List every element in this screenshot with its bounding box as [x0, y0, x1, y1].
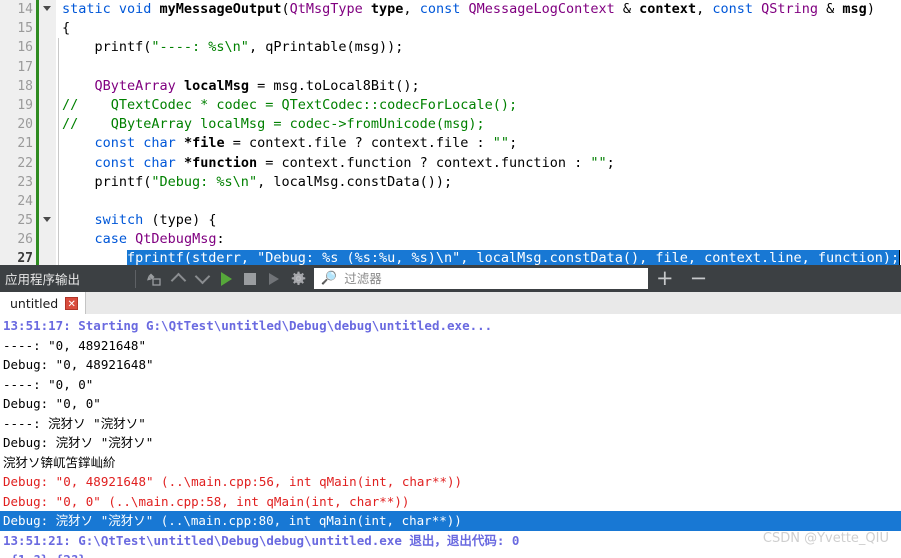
fold-column	[39, 38, 56, 58]
output-line: Debug: "0, 0" (..\main.cpp:58, int qMain…	[3, 493, 410, 509]
code-line[interactable]: 15 {	[0, 19, 901, 39]
code-line[interactable]: 24	[0, 191, 901, 212]
application-output-toolbar: 应用程序输出 🔍 + −	[0, 265, 901, 292]
line-number: 14	[0, 0, 36, 20]
clear-pane-icon[interactable]	[142, 267, 166, 291]
fold-column	[39, 153, 56, 173]
line-number: 17	[0, 57, 36, 77]
search-icon: 🔍	[321, 271, 338, 286]
zoom-out-button[interactable]: −	[682, 268, 716, 289]
code-line[interactable]: 27 fprintf(stderr, "Debug: %s (%s:%u, %s…	[0, 249, 901, 265]
output-line: {1 ?} {2?}	[0, 550, 901, 558]
attach-debugger-icon[interactable]	[262, 267, 286, 291]
zoom-in-button[interactable]: +	[648, 268, 682, 289]
fold-column	[39, 249, 56, 265]
code-line[interactable]: 18 QByteArray localMsg = msg.toLocal8Bit…	[0, 76, 901, 96]
line-number: 25	[0, 211, 36, 231]
output-line: Debug: "0, 48921648" (..\main.cpp:56, in…	[3, 474, 463, 489]
chevron-down-icon	[194, 268, 210, 285]
code-text: {	[62, 20, 71, 37]
code-text: static void myMessageOutput(QtMsgType ty…	[62, 1, 875, 17]
code-line[interactable]: 25 switch (type) {	[0, 211, 901, 231]
code-text: QByteArray localMsg = msg.toLocal8Bit();	[56, 76, 901, 96]
line-number: 22	[0, 153, 36, 173]
line-number: 18	[0, 76, 36, 96]
line-number: 21	[0, 134, 36, 154]
watermark: CSDN @Yvette_QIU	[762, 531, 889, 546]
tab-label: untitled	[10, 295, 59, 311]
text-caret	[899, 250, 901, 265]
fold-column	[39, 95, 56, 116]
code-line[interactable]: 19 // QTextCodec * codec = QTextCodec::co…	[0, 95, 901, 116]
output-line: Debug: 浣犲ソ "浣犲ソ"	[3, 435, 154, 450]
stop-square-icon	[244, 272, 257, 285]
fold-column	[39, 134, 56, 154]
output-line: ----: "0, 48921648"	[3, 337, 146, 353]
gear-icon[interactable]	[286, 267, 310, 291]
search-input[interactable]	[342, 270, 649, 287]
play-triangle-icon	[220, 271, 232, 286]
fold-column	[39, 230, 56, 250]
output-line: ----: "0, 0"	[3, 376, 94, 392]
fold-column	[39, 19, 56, 39]
code-text: fprintf(stderr, "Debug: %s (%s:%u, %s)\n…	[56, 249, 901, 265]
line-number: 24	[0, 191, 36, 212]
chevron-down-icon	[43, 6, 51, 11]
run-icon[interactable]	[214, 267, 238, 291]
fold-column	[39, 115, 56, 135]
fold-column	[39, 191, 56, 212]
play-outline-icon	[269, 272, 280, 285]
code-text	[56, 191, 901, 212]
application-output-text[interactable]: 13:51:17: Starting G:\QtTest\untitled\De…	[0, 314, 901, 558]
line-number: 23	[0, 172, 36, 192]
stop-icon[interactable]	[238, 267, 262, 291]
code-line[interactable]: 22 const char *function = context.functi…	[0, 153, 901, 173]
code-text: printf("----: %s\n", qPrintable(msg));	[56, 38, 901, 58]
code-text: // QByteArray localMsg = codec->fromUnic…	[56, 115, 901, 135]
code-text	[56, 57, 901, 77]
output-line: Debug: "0, 48921648"	[3, 357, 154, 372]
line-number: 19	[0, 95, 36, 116]
code-line[interactable]: 17	[0, 57, 901, 77]
code-text: const char *file = context.file ? contex…	[56, 134, 901, 154]
code-line[interactable]: 20 // QByteArray localMsg = codec->fromUn…	[0, 115, 901, 135]
selected-code: fprintf(stderr, "Debug: %s (%s:%u, %s)\n…	[127, 250, 900, 265]
code-line[interactable]: 21 const char *file = context.file ? con…	[0, 134, 901, 154]
close-icon[interactable]: ✕	[65, 296, 79, 310]
code-line[interactable]: 26 case QtDebugMsg:	[0, 230, 901, 250]
code-text: printf("Debug: %s\n", localMsg.constData…	[56, 172, 901, 192]
line-number: 15	[0, 19, 36, 39]
output-line: Debug: "0, 0"	[3, 396, 101, 411]
code-text: case QtDebugMsg:	[56, 230, 901, 250]
fold-column	[39, 76, 56, 96]
chevron-down-icon	[43, 217, 51, 223]
code-text: switch (type) {	[56, 211, 901, 231]
previous-item-icon[interactable]	[166, 267, 190, 291]
next-item-icon[interactable]	[190, 267, 214, 291]
output-tab-strip: untitled ✕	[0, 292, 901, 315]
code-line[interactable]: 23 printf("Debug: %s\n", localMsg.constD…	[0, 172, 901, 192]
pane-title: 应用程序输出	[5, 272, 81, 287]
line-number: 27	[0, 249, 36, 265]
code-editor[interactable]: 14 static void myMessageOutput(QtMsgType …	[0, 0, 901, 265]
filter-box[interactable]: 🔍	[314, 268, 649, 289]
line-number: 26	[0, 230, 36, 250]
fold-toggle-icon[interactable]	[39, 211, 56, 231]
fold-toggle-icon[interactable]	[39, 0, 56, 20]
output-line: Debug: 浣犲ソ "浣犲ソ" (..\main.cpp:80, int qM…	[0, 511, 901, 531]
fold-column	[39, 57, 56, 77]
code-line[interactable]: 14 static void myMessageOutput(QtMsgType …	[0, 0, 901, 20]
code-text: // QTextCodec * codec = QTextCodec::code…	[56, 95, 901, 116]
line-number: 20	[0, 115, 36, 135]
toolbar-divider	[135, 269, 137, 288]
code-text: const char *function = context.function …	[56, 153, 901, 173]
line-number: 16	[0, 38, 36, 58]
chevron-up-icon	[170, 272, 186, 289]
output-tab-untitled[interactable]: untitled ✕	[0, 292, 87, 314]
output-line: ----: 浣犲ソ "浣犲ソ"	[3, 415, 146, 431]
code-line[interactable]: 16 printf("----: %s\n", qPrintable(msg))…	[0, 38, 901, 58]
output-line: 浣犲ソ锛屼笘鐣屾紒	[3, 454, 116, 470]
output-line: 13:51:17: Starting G:\QtTest\untitled\De…	[3, 318, 493, 333]
fold-column	[39, 172, 56, 192]
